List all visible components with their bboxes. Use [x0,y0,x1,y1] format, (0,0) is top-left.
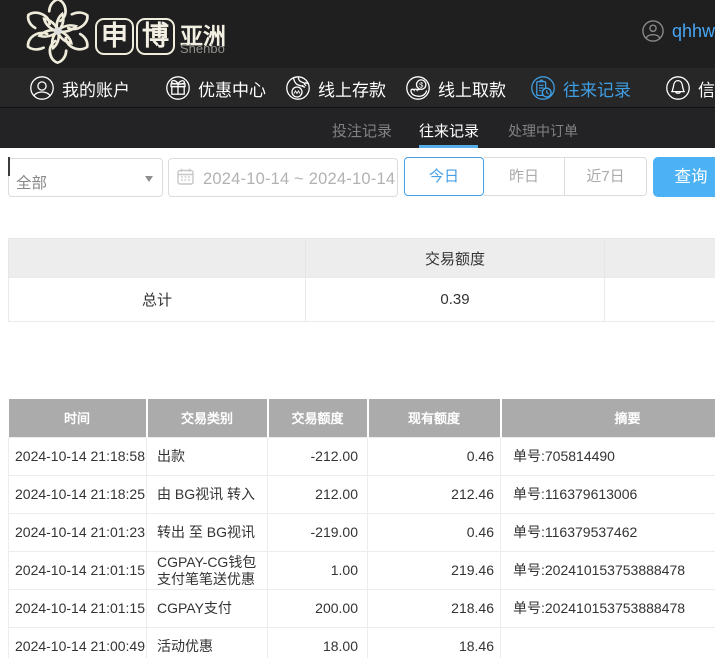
svg-text:$: $ [419,80,424,89]
